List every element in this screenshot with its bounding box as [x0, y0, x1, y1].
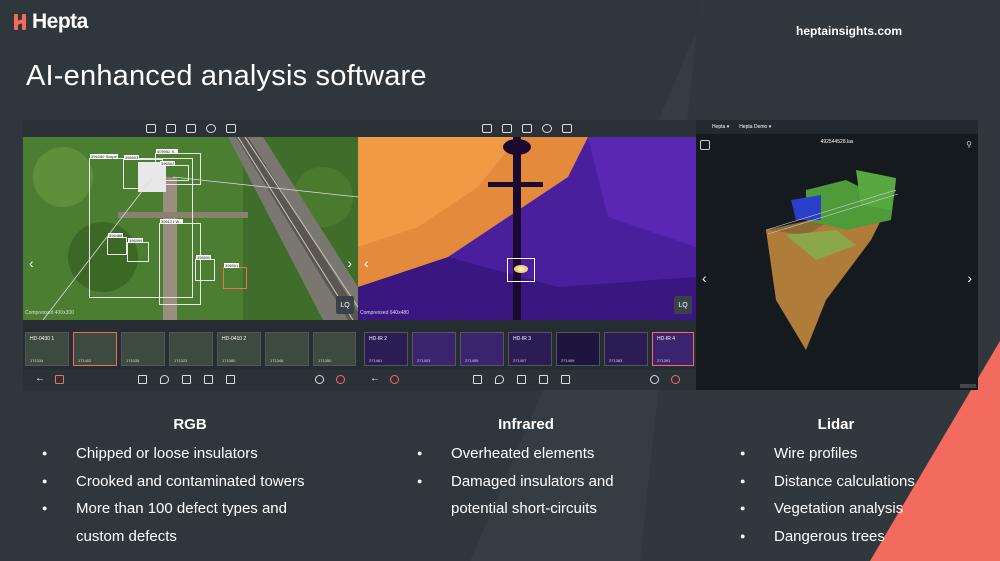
rgb-feature-list: Chipped or loose insulators Crooked and …: [42, 440, 304, 550]
list-item: Crooked and contaminated towers: [42, 468, 304, 496]
detection-box[interactable]: 396500: [195, 255, 215, 281]
thumbnail[interactable]: 271383: [604, 332, 648, 366]
lidar-viewer-panel: Hepta ▾ Hepta Demo ▾ 492544528.las ⚲ ‹ ›: [696, 120, 978, 390]
list-item: Overheated elements: [417, 440, 614, 468]
location-pin-icon[interactable]: [160, 375, 169, 384]
download-icon[interactable]: [517, 375, 526, 384]
hepta-logo: Hepta: [14, 10, 88, 34]
image-mode-icon[interactable]: [145, 124, 156, 133]
thumbnail[interactable]: HD-0430 1 171334: [25, 332, 69, 366]
prev-view-arrow-icon[interactable]: ‹: [702, 270, 707, 286]
project-menu[interactable]: Hepta Demo ▾: [739, 124, 771, 130]
hotspot-detection-box[interactable]: [507, 258, 535, 282]
back-arrow-icon[interactable]: ←: [35, 373, 45, 384]
check-circle-icon[interactable]: [542, 124, 552, 133]
thumbnail[interactable]: 271409: [556, 332, 600, 366]
thumbnail[interactable]: 171350: [313, 332, 356, 366]
list-item: Wire profiles: [740, 440, 915, 468]
thumbnail[interactable]: HD-IR 3 271407: [508, 332, 552, 366]
thumbnail[interactable]: 271403: [412, 332, 456, 366]
list-item: Distance calculations: [740, 468, 915, 496]
approve-circle-icon[interactable]: [650, 375, 659, 384]
list-item: potential short-circuits: [451, 500, 597, 517]
thumbnail[interactable]: HD-IR 2 271461: [364, 332, 408, 366]
lidar-feature-list: Wire profiles Distance calculations Vege…: [740, 440, 915, 550]
point-cloud-filename: 492544528.las: [820, 139, 854, 145]
image-mode-icon[interactable]: [482, 124, 492, 133]
back-arrow-icon[interactable]: ←: [370, 373, 380, 384]
infrared-feature-list: Overheated elements Damaged insulators a…: [417, 440, 614, 523]
tag-alt-icon[interactable]: [522, 124, 532, 133]
rgb-column-title: RGB: [173, 416, 207, 433]
rgb-thumbnail-strip: HD-0430 1 171334 171402 171035 171323 HD-…: [23, 320, 358, 370]
detection-box[interactable]: 396488: [107, 233, 127, 255]
thumbnail[interactable]: 171348: [265, 332, 309, 366]
list-item: Damaged insulators and: [417, 468, 614, 496]
infrared-viewer-panel: ‹ Compressed 640x480 LQ HD-IR 2 271461 27…: [358, 120, 696, 390]
page-title: AI-enhanced analysis software: [26, 60, 427, 92]
org-menu[interactable]: Hepta ▾: [712, 124, 729, 130]
quality-toggle-button[interactable]: LQ: [336, 296, 354, 314]
tag-icon[interactable]: [502, 124, 512, 133]
infrared-toolbar: [358, 120, 696, 137]
link-icon[interactable]: ⚲: [966, 140, 972, 149]
hepta-logo-mark-icon: [14, 12, 30, 32]
website-link[interactable]: heptainsights.com: [796, 24, 902, 38]
edit-icon[interactable]: [138, 375, 147, 384]
export-icon[interactable]: [539, 375, 548, 384]
brand-name: Hepta: [32, 10, 88, 33]
crop-icon[interactable]: [225, 124, 236, 133]
edit-icon[interactable]: [473, 375, 482, 384]
flame-icon[interactable]: [390, 375, 399, 384]
tag-alt-icon[interactable]: [185, 124, 196, 133]
crop-icon[interactable]: [562, 124, 572, 133]
infrared-column-title: Infrared: [498, 416, 554, 433]
approve-circle-icon[interactable]: [315, 375, 324, 384]
thumbnail[interactable]: HD-0410 2 171080: [217, 332, 261, 366]
point-cloud-render: [765, 170, 899, 350]
infrared-image-view[interactable]: ‹: [358, 137, 696, 320]
location-pin-icon[interactable]: [495, 375, 504, 384]
trash-icon[interactable]: [226, 375, 235, 384]
detection-box-selected[interactable]: 396501: [223, 263, 247, 289]
download-icon[interactable]: [182, 375, 191, 384]
list-item: More than 100 defect types and: [42, 495, 304, 523]
image-resolution-caption: Compressed 400x300: [25, 310, 74, 316]
detection-box[interactable]: 396502: [159, 161, 189, 181]
thermal-scene-image: [358, 137, 696, 320]
lidar-top-menu: Hepta ▾ Hepta Demo ▾: [696, 120, 978, 134]
list-item: Vegetation analysis: [740, 495, 915, 523]
rgb-bottom-toolbar: ←: [23, 370, 358, 390]
rgb-toolbar: [23, 120, 358, 137]
image-icon[interactable]: [55, 375, 64, 384]
lidar-column-title: Lidar: [817, 416, 855, 433]
tag-icon[interactable]: [165, 124, 176, 133]
export-icon[interactable]: [204, 375, 213, 384]
list-item: Dangerous trees: [740, 523, 915, 551]
check-circle-icon[interactable]: [205, 124, 216, 133]
infrared-thumbnail-strip: HD-IR 2 271461 271403 271405 HD-IR 3 27140…: [358, 320, 696, 370]
thumbnail-selected[interactable]: HD-IR 4 271391: [652, 332, 694, 366]
next-view-arrow-icon[interactable]: ›: [967, 270, 972, 286]
thumbnail[interactable]: 271405: [460, 332, 504, 366]
thumbnail-selected[interactable]: 171402: [73, 332, 117, 366]
next-image-arrow-icon[interactable]: ›: [347, 255, 352, 271]
thumbnail[interactable]: 171323: [169, 332, 213, 366]
infrared-bottom-toolbar: ←: [358, 370, 696, 390]
rgb-image-view[interactable]: 396280 Suspe 396503 405952 S... 396502 3…: [23, 136, 358, 321]
thumbnail[interactable]: 171035: [121, 332, 165, 366]
list-item: Chipped or loose insulators: [42, 440, 304, 468]
prev-image-arrow-icon[interactable]: ‹: [29, 255, 34, 271]
quality-toggle-button[interactable]: LQ: [674, 296, 692, 314]
image-resolution-caption: Compressed 640x480: [360, 310, 409, 316]
list-item: custom defects: [76, 527, 177, 545]
rgb-viewer-panel: 396280 Suspe 396503 405952 S... 396502 3…: [23, 120, 358, 390]
prev-image-arrow-icon[interactable]: ‹: [364, 255, 369, 271]
reject-circle-icon[interactable]: [671, 375, 680, 384]
detection-box[interactable]: 396499: [127, 238, 149, 262]
trash-icon[interactable]: [561, 375, 570, 384]
reject-circle-icon[interactable]: [336, 375, 345, 384]
scrollbar[interactable]: [960, 384, 976, 388]
